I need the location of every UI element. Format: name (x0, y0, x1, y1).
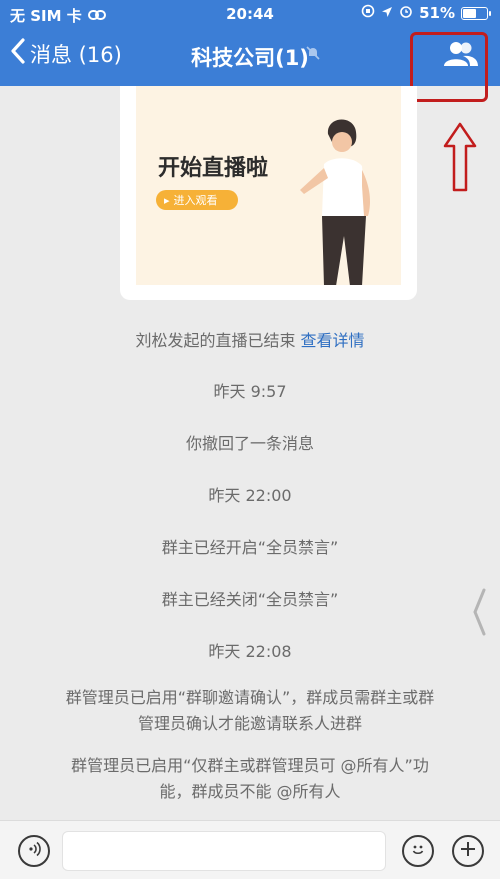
bell-off-icon (305, 45, 321, 65)
message-line: 管理员确认才能邀请联系人进群 (137, 714, 362, 733)
timestamp: 昨天 9:57 (213, 382, 287, 401)
highlight-annotation-box (410, 32, 488, 102)
watch-button[interactable]: ▸ 进入观看 (156, 190, 238, 210)
system-message: 群主已经开启“全员禁言” (161, 538, 339, 557)
system-message-live-ended: 刘松发起的直播已结束 查看详情 (0, 328, 500, 354)
message-line: 群管理员已启用“仅群主或群管理员可 @所有人”功 (71, 756, 429, 775)
system-message: 群主已经关闭“全员禁言” (161, 590, 339, 609)
presenter-illustration (300, 119, 370, 285)
system-message-invite-confirm: 群管理员已启用“群聊邀请确认”，群成员需群主或群 管理员确认才能邀请联系人进群 (0, 685, 500, 737)
alarm-icon (399, 4, 413, 22)
live-stream-banner: 开始直播啦 ▸ 进入观看 (136, 86, 401, 285)
watch-button-label: 进入观看 (173, 194, 218, 207)
plus-icon (459, 839, 477, 864)
timestamp: 昨天 22:08 (208, 642, 292, 661)
battery-percent: 51% (419, 4, 455, 22)
rotation-lock-icon (361, 4, 375, 22)
message-input[interactable] (62, 831, 386, 871)
location-icon (381, 4, 393, 22)
voice-icon (25, 840, 43, 862)
live-ended-text: 刘松发起的直播已结束 (135, 331, 296, 350)
emoji-button[interactable] (402, 835, 434, 867)
live-stream-card[interactable]: 开始直播啦 ▸ 进入观看 (120, 86, 417, 300)
side-drawer-handle[interactable] (472, 588, 486, 640)
play-icon: ▸ (164, 193, 170, 207)
view-details-link[interactable]: 查看详情 (301, 331, 365, 350)
smiley-icon (408, 839, 428, 863)
input-bar (0, 820, 500, 879)
timestamp: 昨天 22:00 (208, 486, 292, 505)
live-card-title: 开始直播啦 (158, 156, 269, 181)
more-button[interactable] (452, 835, 484, 867)
system-message-at-all: 群管理员已启用“仅群主或群管理员可 @所有人”功 能，群成员不能 @所有人 (0, 753, 500, 805)
up-arrow-icon (443, 122, 477, 196)
status-bar: 无 SIM 卡 20:44 51% (0, 0, 500, 28)
voice-button[interactable] (18, 835, 50, 867)
system-message: 你撤回了一条消息 (185, 434, 314, 453)
message-line: 能，群成员不能 @所有人 (159, 782, 341, 801)
battery-icon (461, 6, 491, 20)
message-line: 群管理员已启用“群聊邀请确认”，群成员需群主或群 (65, 688, 435, 707)
